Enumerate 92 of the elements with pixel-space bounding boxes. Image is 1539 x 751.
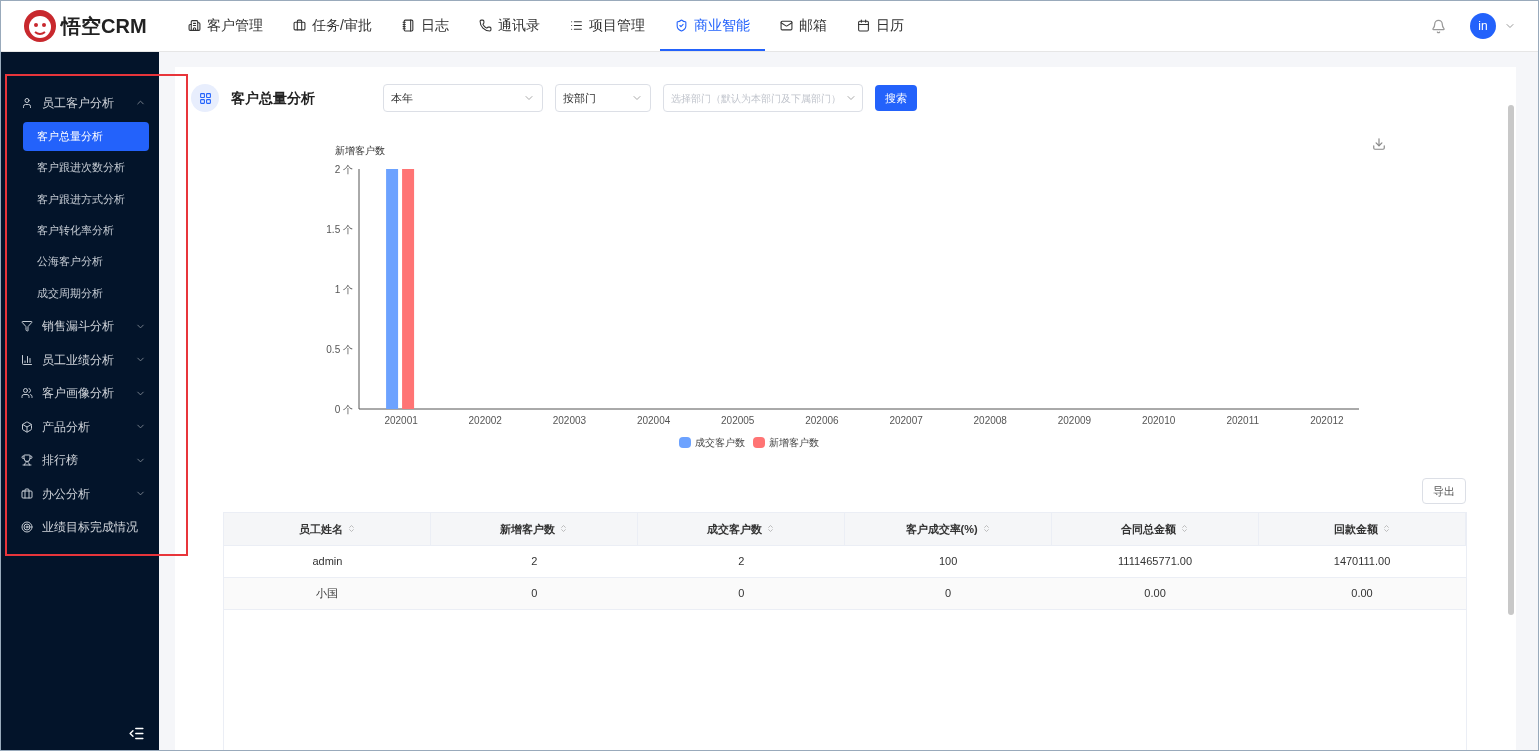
- sort-icon: [1180, 524, 1190, 534]
- column-header[interactable]: 客户成交率(%): [844, 513, 1052, 545]
- x-tick-label: 202005: [721, 415, 755, 426]
- nav-tab[interactable]: 邮箱: [764, 1, 842, 51]
- sidebar-item[interactable]: 客户总量分析: [23, 121, 149, 151]
- column-header[interactable]: 回款金额: [1258, 513, 1466, 545]
- trophy-icon: [21, 454, 33, 467]
- sidebar-group[interactable]: 业绩目标完成情况: [7, 510, 186, 545]
- user-avatar[interactable]: in: [1470, 13, 1496, 39]
- logo-text: 悟空CRM: [61, 14, 147, 39]
- sort-icon: [1381, 524, 1391, 534]
- sidebar-group[interactable]: 员工业绩分析: [7, 343, 186, 377]
- x-tick-label: 202009: [1057, 415, 1092, 426]
- sidebar-group[interactable]: 员工客户分析: [7, 86, 186, 120]
- x-tick-label: 202001: [384, 415, 418, 426]
- table-cell: 0.00: [1258, 577, 1466, 609]
- grid-icon: [198, 91, 212, 105]
- select-field[interactable]: 本年: [383, 84, 543, 112]
- sidebar-group[interactable]: 销售漏斗分析: [7, 309, 186, 344]
- sort-icon: [346, 524, 356, 534]
- shield-check-icon: [674, 18, 688, 32]
- y-tick-label: 1 个: [334, 284, 353, 295]
- calendar-icon: [856, 18, 870, 32]
- table-cell: admin: [224, 545, 431, 577]
- nav-tab[interactable]: 日历: [841, 1, 919, 51]
- y-tick-label: 1.5 个: [326, 224, 353, 235]
- column-header[interactable]: 合同总金额: [1051, 513, 1259, 545]
- y-tick-label: 0.5 个: [326, 344, 353, 355]
- y-tick-label: 2 个: [334, 164, 353, 175]
- x-tick-label: 202008: [973, 415, 1007, 426]
- select-field[interactable]: 按部门: [555, 84, 651, 112]
- table-cell: 1470111.00: [1258, 545, 1466, 577]
- legend-label: 成交客户数: [695, 436, 745, 450]
- search-button[interactable]: 搜索: [875, 85, 917, 111]
- user-icon: [21, 96, 33, 109]
- table-cell: 2: [637, 545, 845, 577]
- sidebar-item[interactable]: 客户跟进次数分析: [23, 153, 149, 183]
- x-tick-label: 202012: [1310, 415, 1344, 426]
- table-cell: 1111465771.00: [1051, 545, 1259, 577]
- nav-tab[interactable]: 客户管理: [173, 1, 278, 51]
- nav-tab[interactable]: 任务/审批: [278, 1, 387, 51]
- sidebar-item[interactable]: 成交周期分析: [23, 278, 149, 308]
- table-cell: 2: [430, 545, 638, 577]
- box-icon: [21, 420, 33, 433]
- nav-tab[interactable]: 日志: [386, 1, 464, 51]
- x-tick-label: 202004: [636, 415, 671, 426]
- x-tick-label: 202006: [805, 415, 839, 426]
- y-tick-label: 0 个: [334, 404, 353, 415]
- sidebar-item[interactable]: 客户跟进方式分析: [23, 184, 149, 214]
- table-cell: 100: [844, 545, 1052, 577]
- column-header[interactable]: 新增客户数: [430, 513, 638, 545]
- notebook-icon: [401, 18, 415, 32]
- sort-icon: [981, 524, 991, 534]
- users-icon: [21, 387, 33, 400]
- sidebar-group[interactable]: 客户画像分析: [7, 376, 186, 411]
- sort-icon: [559, 524, 569, 534]
- table-cell: 小国: [224, 577, 431, 609]
- bar-chart-icon: [21, 353, 33, 366]
- table-cell: 0: [430, 577, 638, 609]
- table-cell: 0.00: [1051, 577, 1259, 609]
- collapse-menu-icon[interactable]: [128, 725, 145, 742]
- page-title: 客户总量分析: [231, 88, 316, 108]
- filter-icon: [21, 320, 33, 333]
- sidebar-group[interactable]: 产品分析: [7, 410, 186, 444]
- sort-icon: [766, 524, 776, 534]
- column-header[interactable]: 成交客户数: [637, 513, 845, 545]
- notification-bell-icon[interactable]: [1431, 18, 1446, 34]
- target-icon: [21, 521, 33, 534]
- x-tick-label: 202003: [552, 415, 587, 426]
- phone-icon: [478, 18, 492, 32]
- sidebar-item[interactable]: 客户转化率分析: [23, 215, 149, 245]
- list-icon: [569, 18, 583, 32]
- download-icon[interactable]: [1372, 137, 1386, 151]
- briefcase-icon: [293, 18, 306, 32]
- building-icon: [188, 18, 201, 32]
- nav-tab[interactable]: 项目管理: [554, 1, 660, 51]
- sidebar-group[interactable]: 办公分析: [7, 477, 186, 511]
- nav-tab[interactable]: 通讯录: [463, 1, 555, 51]
- mail-icon: [779, 18, 793, 32]
- sidebar-item[interactable]: 公海客户分析: [23, 247, 149, 276]
- table-cell: 0: [637, 577, 845, 609]
- export-button[interactable]: 导出: [1422, 478, 1466, 504]
- x-tick-label: 202002: [468, 415, 502, 426]
- sidebar-group[interactable]: 排行榜: [7, 443, 186, 478]
- legend-label: 新增客户数: [769, 436, 819, 450]
- briefcase-icon: [21, 487, 33, 500]
- x-tick-label: 202007: [889, 415, 923, 426]
- x-tick-label: 202010: [1141, 415, 1176, 426]
- table-cell: 0: [844, 577, 1052, 609]
- x-tick-label: 202011: [1226, 415, 1260, 426]
- y-axis-label: 新增客户数: [335, 145, 385, 156]
- column-header[interactable]: 员工姓名: [224, 513, 431, 545]
